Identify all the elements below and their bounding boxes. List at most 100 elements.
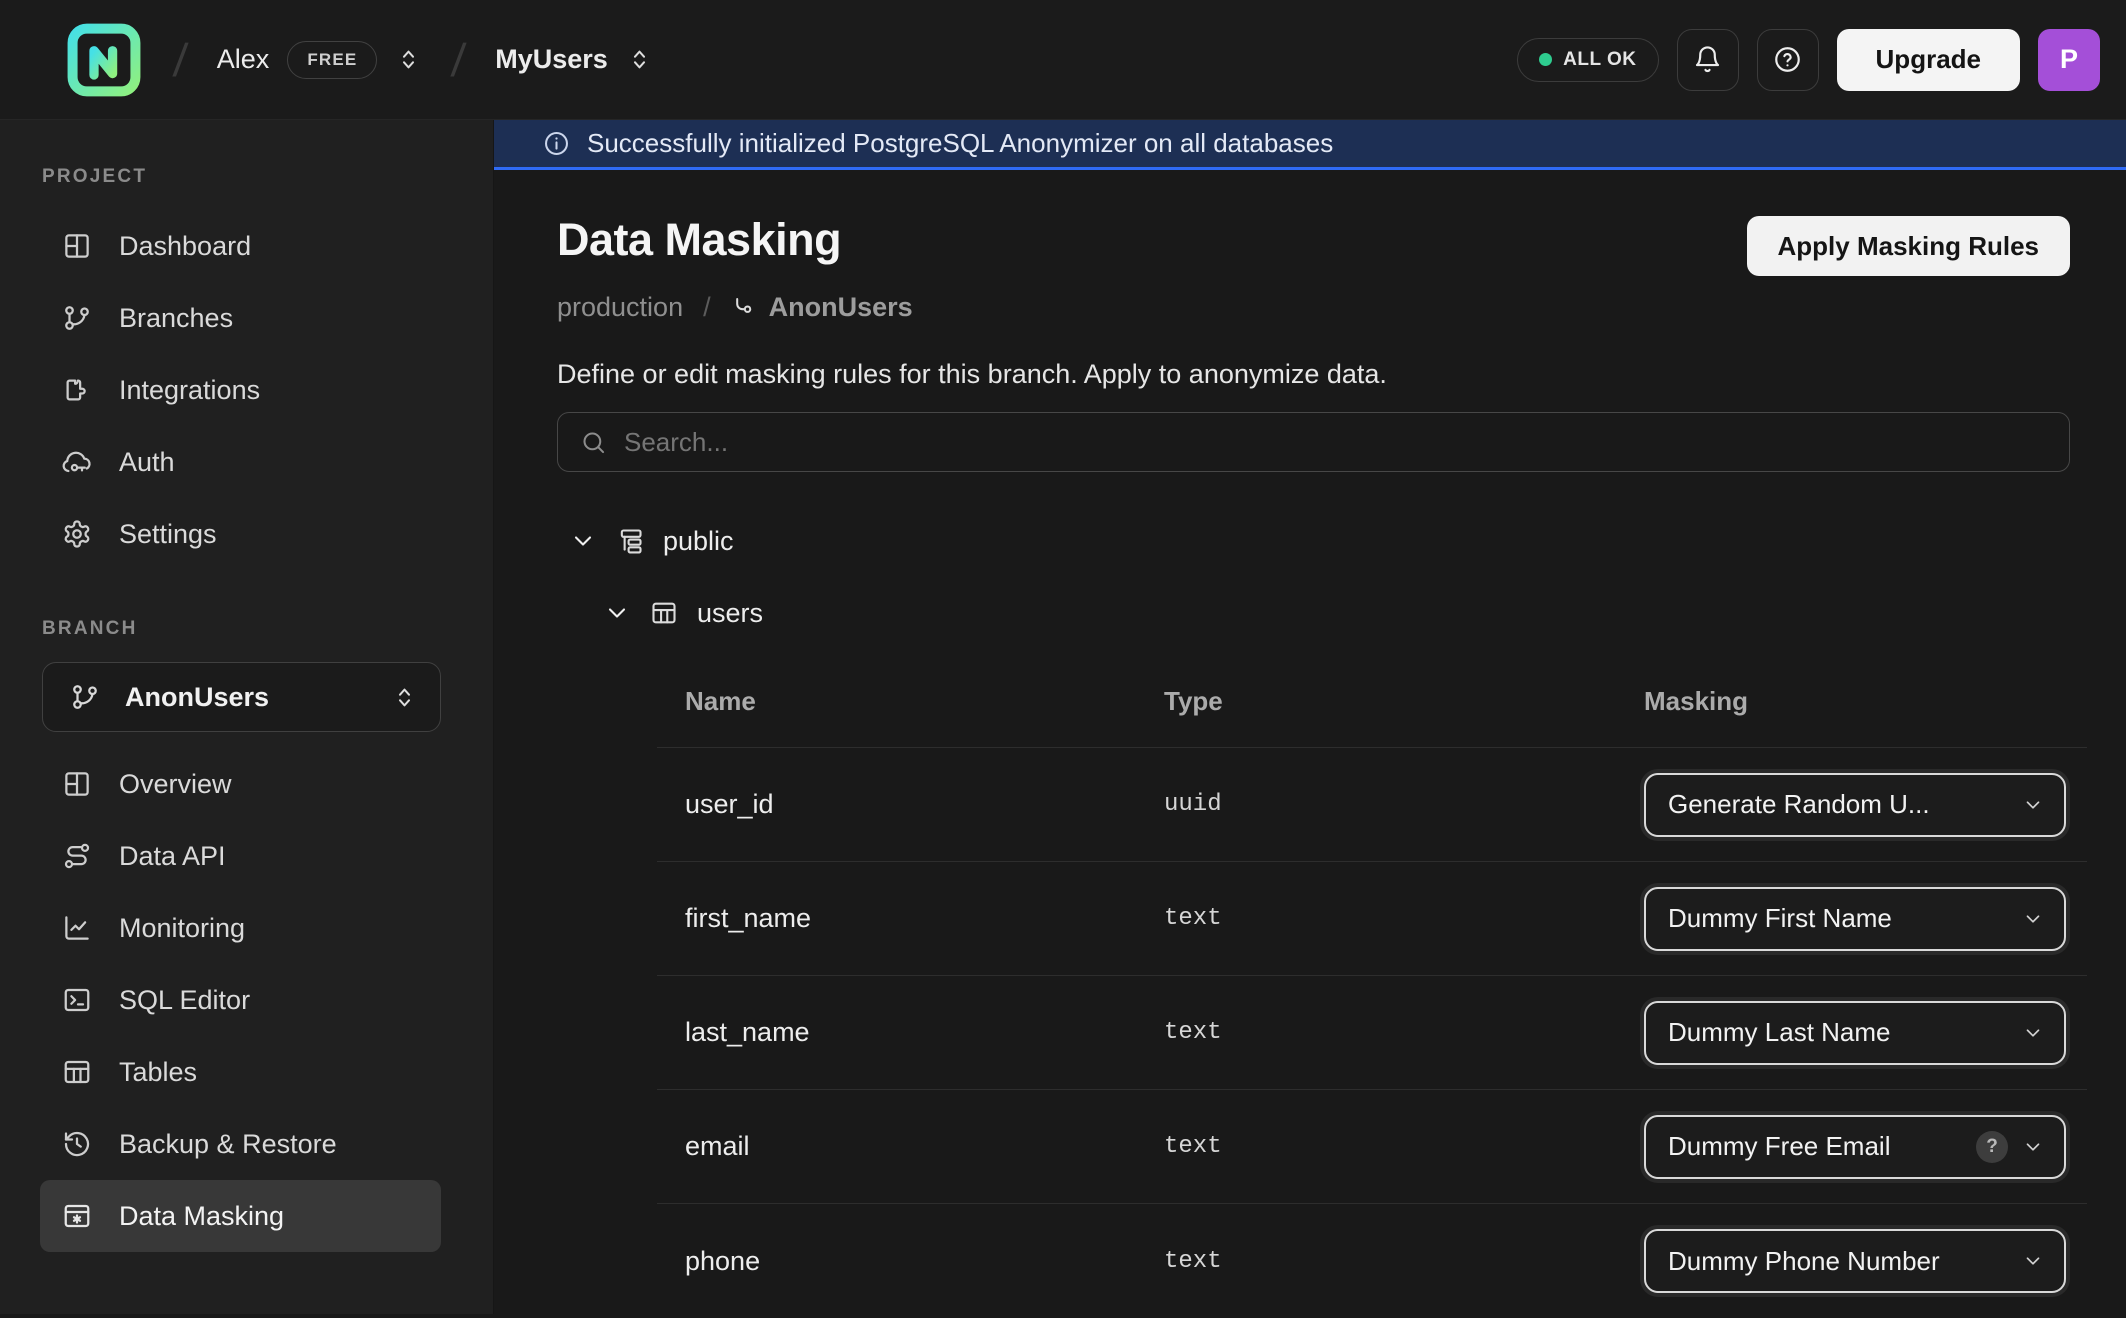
- search-input[interactable]: [624, 427, 2047, 458]
- banner-message: Successfully initialized PostgreSQL Anon…: [587, 128, 1333, 159]
- sidebar-item-settings[interactable]: Settings: [40, 498, 441, 570]
- column-type: text: [1164, 1248, 1644, 1275]
- sql-editor-icon: [62, 985, 92, 1015]
- table-header-row: Name Type Masking: [657, 642, 2087, 748]
- masking-rule-value: Dummy Phone Number: [1668, 1246, 2008, 1277]
- table-row: phone text Dummy Phone Number: [657, 1204, 2087, 1318]
- chevron-down-icon: [2022, 1250, 2044, 1272]
- sidebar-item-label: Tables: [119, 1057, 197, 1088]
- integrations-icon: [62, 375, 92, 405]
- column-name: user_id: [657, 789, 1164, 820]
- project-switcher[interactable]: MyUsers: [495, 44, 653, 75]
- upgrade-button[interactable]: Upgrade: [1837, 29, 2020, 91]
- page-content: Data Masking Apply Masking Rules product…: [494, 170, 2126, 1318]
- masking-rule-select[interactable]: Dummy Free Email ?: [1644, 1115, 2066, 1179]
- column-type: text: [1164, 1019, 1644, 1046]
- status-label: ALL OK: [1563, 49, 1636, 71]
- org-switcher[interactable]: Alex FREE: [217, 41, 423, 79]
- help-badge[interactable]: ?: [1976, 1131, 2008, 1163]
- sidebar-item-label: Settings: [119, 519, 217, 550]
- sidebar-item-label: Dashboard: [119, 231, 251, 262]
- table-row: first_name text Dummy First Name: [657, 862, 2087, 976]
- sidebar: PROJECT Dashboard Branches Integrations: [0, 120, 494, 1314]
- breadcrumb-parent[interactable]: production: [557, 292, 683, 323]
- sidebar-item-tables[interactable]: Tables: [40, 1036, 441, 1108]
- masking-rule-select[interactable]: Dummy Phone Number: [1644, 1229, 2066, 1293]
- settings-gear-icon: [62, 519, 92, 549]
- status-dot: [1539, 53, 1552, 66]
- masking-rules-table: Name Type Masking user_id uuid Generate …: [657, 642, 2087, 1318]
- sidebar-item-integrations[interactable]: Integrations: [40, 354, 441, 426]
- chevrons-up-down-icon: [395, 46, 422, 73]
- branch-selector[interactable]: AnonUsers: [42, 662, 441, 732]
- branch-icon: [70, 682, 100, 712]
- org-name: Alex: [217, 44, 270, 75]
- page-title: Data Masking: [557, 214, 841, 266]
- breadcrumb-branch-label: AnonUsers: [769, 292, 913, 323]
- sidebar-item-monitoring[interactable]: Monitoring: [40, 892, 441, 964]
- chevron-down-icon: [2022, 908, 2044, 930]
- column-header-name: Name: [657, 686, 1164, 717]
- tree-node-table[interactable]: users: [603, 584, 2070, 642]
- breadcrumb-slash: /: [171, 33, 189, 87]
- monitoring-icon: [62, 913, 92, 943]
- sidebar-item-label: Data Masking: [119, 1201, 284, 1232]
- sidebar-item-data-masking[interactable]: Data Masking: [40, 1180, 441, 1252]
- breadcrumb-separator: /: [703, 292, 711, 323]
- sidebar-item-data-api[interactable]: Data API: [40, 820, 441, 892]
- chevron-down-icon: [2022, 794, 2044, 816]
- help-circle-icon: [1773, 45, 1802, 74]
- masking-rule-select[interactable]: Dummy Last Name: [1644, 1001, 2066, 1065]
- tables-icon: [62, 1057, 92, 1087]
- masking-rule-select[interactable]: Dummy First Name: [1644, 887, 2066, 951]
- tree-node-schema[interactable]: public: [569, 512, 2070, 570]
- breadcrumb: production / AnonUsers: [557, 292, 2070, 323]
- sidebar-item-label: Overview: [119, 769, 232, 800]
- notification-banner: Successfully initialized PostgreSQL Anon…: [494, 120, 2126, 170]
- sidebar-item-label: Data API: [119, 841, 226, 872]
- system-status-pill[interactable]: ALL OK: [1517, 38, 1658, 82]
- breadcrumb-branch[interactable]: AnonUsers: [731, 292, 913, 323]
- help-button[interactable]: [1757, 29, 1819, 91]
- column-name: last_name: [657, 1017, 1164, 1048]
- masking-rule-select[interactable]: Generate Random U...: [1644, 773, 2066, 837]
- overview-icon: [62, 769, 92, 799]
- column-name: first_name: [657, 903, 1164, 934]
- column-header-masking: Masking: [1644, 686, 2087, 717]
- sidebar-item-overview[interactable]: Overview: [40, 748, 441, 820]
- user-avatar[interactable]: P: [2038, 29, 2100, 91]
- neon-logo-icon[interactable]: [64, 20, 144, 100]
- sidebar-item-auth[interactable]: Auth: [40, 426, 441, 498]
- sidebar-item-backup-restore[interactable]: Backup & Restore: [40, 1108, 441, 1180]
- sidebar-section-branch: BRANCH: [42, 618, 493, 640]
- sidebar-item-label: Monitoring: [119, 913, 245, 944]
- branches-icon: [62, 303, 92, 333]
- table-name: users: [697, 598, 763, 629]
- backup-restore-icon: [62, 1129, 92, 1159]
- notifications-button[interactable]: [1677, 29, 1739, 91]
- sidebar-item-branches[interactable]: Branches: [40, 282, 441, 354]
- sidebar-item-dashboard[interactable]: Dashboard: [40, 210, 441, 282]
- info-icon: [543, 130, 570, 157]
- column-type: uuid: [1164, 791, 1644, 818]
- top-bar: / Alex FREE / MyUsers ALL OK: [0, 0, 2126, 120]
- column-type: text: [1164, 905, 1644, 932]
- sidebar-item-label: Integrations: [119, 375, 260, 406]
- chevron-down-icon: [2022, 1022, 2044, 1044]
- chevron-down-icon: [569, 527, 597, 555]
- child-branch-icon: [731, 294, 758, 321]
- table-row: user_id uuid Generate Random U...: [657, 748, 2087, 862]
- schema-icon: [616, 527, 644, 555]
- breadcrumb-slash: /: [450, 33, 468, 87]
- column-header-type: Type: [1164, 686, 1644, 717]
- chevron-down-icon: [2022, 1136, 2044, 1158]
- apply-masking-rules-button[interactable]: Apply Masking Rules: [1747, 216, 2071, 276]
- dashboard-icon: [62, 231, 92, 261]
- page-description: Define or edit masking rules for this br…: [557, 359, 2070, 390]
- data-api-icon: [62, 841, 92, 871]
- sidebar-item-sql-editor[interactable]: SQL Editor: [40, 964, 441, 1036]
- main-panel: Successfully initialized PostgreSQL Anon…: [494, 120, 2126, 1314]
- masking-rule-value: Generate Random U...: [1668, 789, 2008, 820]
- sidebar-item-label: SQL Editor: [119, 985, 250, 1016]
- sidebar-item-label: Backup & Restore: [119, 1129, 337, 1160]
